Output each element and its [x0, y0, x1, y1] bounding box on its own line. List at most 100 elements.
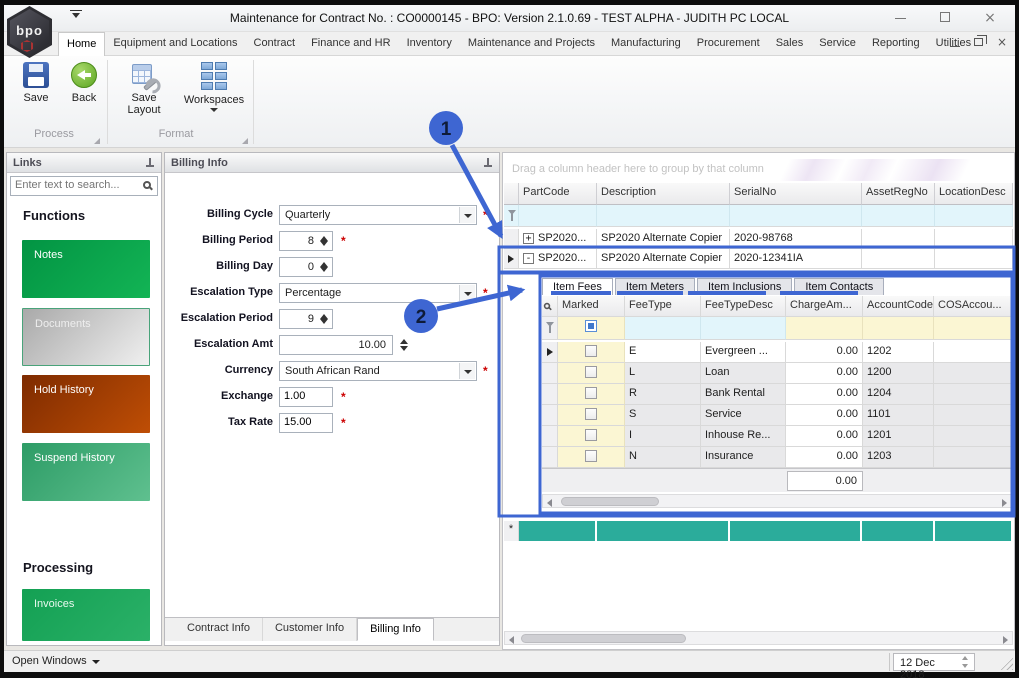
back-button[interactable]: Back: [58, 62, 110, 104]
filter-cell[interactable]: [701, 317, 786, 340]
format-dialog-launcher-icon[interactable]: [242, 138, 248, 144]
escalation-amt-field[interactable]: 10.00: [279, 335, 393, 355]
column-header-serialno[interactable]: SerialNo: [730, 183, 862, 205]
filter-cell[interactable]: [934, 317, 1012, 340]
scroll-right-icon[interactable]: [1002, 499, 1007, 507]
column-header-accountcode[interactable]: AccountCode: [863, 296, 934, 317]
tab-sales[interactable]: Sales: [768, 32, 812, 56]
mdi-minimize-icon[interactable]: [950, 46, 960, 47]
marked-checkbox[interactable]: [585, 387, 597, 399]
hold-history-button[interactable]: Hold History: [22, 375, 150, 433]
maximize-button[interactable]: [930, 9, 960, 27]
column-header-marked[interactable]: Marked: [558, 296, 625, 317]
date-stepper[interactable]: [960, 655, 972, 669]
date-field[interactable]: 12 Dec 2018: [893, 653, 975, 671]
column-header-feetypedesc[interactable]: FeeTypeDesc: [701, 296, 786, 317]
scrollbar-thumb[interactable]: [561, 497, 659, 506]
table-row[interactable]: E Evergreen ... 0.00 1202: [542, 342, 1012, 363]
expand-icon[interactable]: +: [523, 233, 534, 244]
filter-cell[interactable]: [786, 317, 863, 340]
search-input[interactable]: [15, 179, 135, 191]
chevron-down-icon[interactable]: [459, 363, 475, 379]
new-row[interactable]: *: [504, 521, 1013, 541]
suspend-history-button[interactable]: Suspend History: [22, 443, 150, 501]
tab-service[interactable]: Service: [811, 32, 864, 56]
billing-period-stepper[interactable]: 8: [279, 231, 333, 251]
scrollbar-thumb[interactable]: [521, 634, 686, 643]
spin-down-icon[interactable]: [320, 267, 328, 272]
table-row[interactable]: L Loan 0.00 1200: [542, 363, 1012, 384]
exchange-input[interactable]: [284, 390, 328, 402]
tab-item-meters[interactable]: Item Meters: [615, 278, 695, 295]
column-header-locationdesc[interactable]: LocationDesc: [935, 183, 1013, 205]
spin-up-icon[interactable]: [962, 656, 968, 660]
tab-item-contacts[interactable]: Item Contacts: [794, 278, 884, 295]
tab-contract[interactable]: Contract: [246, 32, 304, 56]
currency-dropdown[interactable]: South African Rand: [279, 361, 477, 381]
billing-day-stepper[interactable]: 0: [279, 257, 333, 277]
filter-cell-marked[interactable]: [558, 317, 625, 340]
resize-grip[interactable]: [999, 656, 1013, 670]
table-row[interactable]: N Insurance 0.00 1203: [542, 447, 1012, 468]
tab-billing-info[interactable]: Billing Info: [357, 618, 434, 641]
open-windows-button[interactable]: Open Windows: [12, 655, 100, 667]
table-row-selected[interactable]: -SP2020... SP2020 Alternate Copier 2020-…: [504, 249, 1013, 269]
minimize-button[interactable]: [885, 9, 915, 27]
spin-up-icon[interactable]: [400, 339, 408, 344]
table-row[interactable]: +SP2020... SP2020 Alternate Copier 2020-…: [504, 229, 1013, 249]
tab-procurement[interactable]: Procurement: [689, 32, 768, 56]
marked-checkbox[interactable]: [585, 366, 597, 378]
pin-icon[interactable]: [145, 158, 155, 168]
spin-down-icon[interactable]: [320, 319, 328, 324]
notes-button[interactable]: Notes: [22, 240, 150, 298]
column-header-cosaccount[interactable]: COSAccou...: [934, 296, 1012, 317]
invoices-button[interactable]: Invoices: [22, 589, 150, 641]
escalation-amt-stepper[interactable]: [397, 336, 411, 354]
tab-contract-info[interactable]: Contract Info: [175, 618, 263, 641]
search-icon[interactable]: [544, 303, 550, 309]
marked-checkbox[interactable]: [585, 345, 597, 357]
mdi-restore-icon[interactable]: [974, 38, 983, 46]
tax-rate-field[interactable]: [279, 413, 333, 433]
close-button[interactable]: ×: [975, 9, 1005, 27]
exchange-field[interactable]: [279, 387, 333, 407]
workspaces-button[interactable]: Workspaces: [182, 62, 246, 112]
filter-cell[interactable]: [935, 205, 1013, 227]
tab-home[interactable]: Home: [58, 32, 105, 56]
marked-checkbox[interactable]: [585, 450, 597, 462]
escalation-type-dropdown[interactable]: Percentage: [279, 283, 477, 303]
column-header-description[interactable]: Description: [597, 183, 730, 205]
save-button[interactable]: Save: [10, 62, 62, 104]
tab-finance-and-hr[interactable]: Finance and HR: [303, 32, 399, 56]
tab-maintenance-and-projects[interactable]: Maintenance and Projects: [460, 32, 603, 56]
scroll-right-icon[interactable]: [1003, 636, 1008, 644]
table-row[interactable]: R Bank Rental 0.00 1204: [542, 384, 1012, 405]
search-icon[interactable]: [143, 181, 151, 189]
filter-cell[interactable]: [863, 317, 934, 340]
chevron-down-icon[interactable]: [459, 207, 475, 223]
save-layout-button[interactable]: Save Layout: [114, 62, 174, 116]
column-header-feetype[interactable]: FeeType: [625, 296, 701, 317]
spin-down-icon[interactable]: [962, 664, 968, 668]
scroll-left-icon[interactable]: [547, 499, 552, 507]
tab-equipment-and-locations[interactable]: Equipment and Locations: [105, 32, 245, 56]
tab-manufacturing[interactable]: Manufacturing: [603, 32, 689, 56]
tab-inventory[interactable]: Inventory: [399, 32, 460, 56]
table-row[interactable]: I Inhouse Re... 0.00 1201: [542, 426, 1012, 447]
spin-down-icon[interactable]: [320, 241, 328, 246]
grid-horizontal-scrollbar[interactable]: [504, 631, 1013, 645]
scroll-left-icon[interactable]: [509, 636, 514, 644]
pin-icon[interactable]: [483, 158, 493, 168]
filter-cell[interactable]: [625, 317, 701, 340]
mdi-close-icon[interactable]: ×: [997, 36, 1007, 48]
billing-cycle-dropdown[interactable]: Quarterly: [279, 205, 477, 225]
column-header-chargeamount[interactable]: ChargeAm...: [786, 296, 863, 317]
collapse-icon[interactable]: -: [523, 253, 534, 264]
escalation-period-stepper[interactable]: 9: [279, 309, 333, 329]
column-header-partcode[interactable]: PartCode: [519, 183, 597, 205]
filter-cell[interactable]: [519, 205, 597, 227]
filter-cell[interactable]: [862, 205, 935, 227]
column-header-assetregno[interactable]: AssetRegNo: [862, 183, 935, 205]
filter-cell[interactable]: [730, 205, 862, 227]
documents-button[interactable]: Documents: [22, 308, 150, 366]
